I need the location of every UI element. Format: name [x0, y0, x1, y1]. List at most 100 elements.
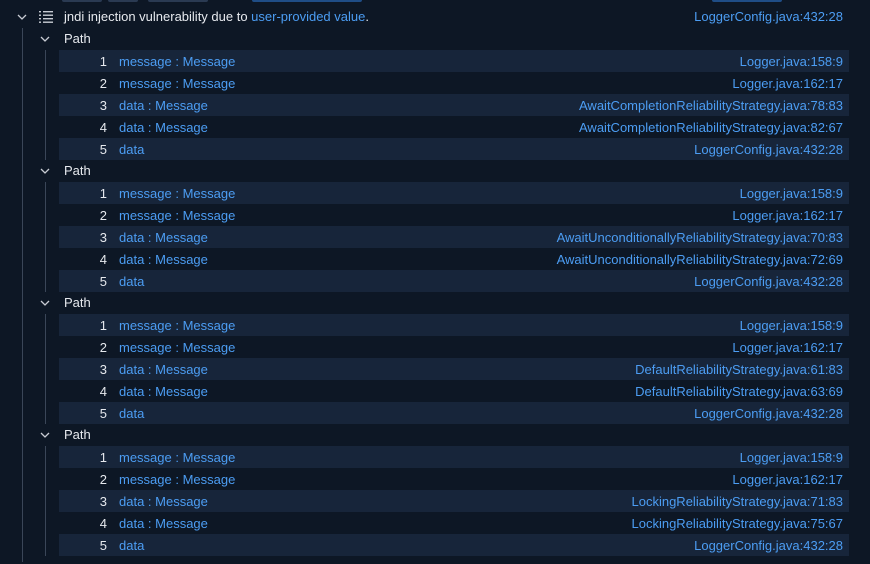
path-step-row[interactable]: 1 message : Message Logger.java:158:9: [59, 446, 849, 468]
alert-title-suffix: .: [365, 9, 369, 24]
step-location-link[interactable]: DefaultReliabilityStrategy.java:61:83: [635, 362, 843, 377]
previous-row-fragment: [0, 0, 870, 3]
path-step-row[interactable]: 5 data LoggerConfig.java:432:28: [59, 138, 849, 160]
step-label-link[interactable]: data : Message: [119, 384, 208, 399]
path-step-row[interactable]: 4 data : Message LockingReliabilityStrateg…: [59, 512, 849, 534]
path-step-row[interactable]: 3 data : Message DefaultReliabilityStrateg…: [59, 358, 849, 380]
step-location-link[interactable]: Logger.java:158:9: [740, 450, 843, 465]
path-step-row[interactable]: 5 data LoggerConfig.java:432:28: [59, 270, 849, 292]
path-header[interactable]: Path: [0, 160, 870, 182]
step-number: 2: [99, 340, 107, 355]
path-step-row[interactable]: 4 data : Message DefaultReliabilityStrateg…: [59, 380, 849, 402]
step-number: 3: [99, 230, 107, 245]
path-step-row[interactable]: 5 data LoggerConfig.java:432:28: [59, 534, 849, 556]
path-step-row[interactable]: 2 message : Message Logger.java:162:17: [59, 72, 849, 94]
step-number: 1: [99, 54, 107, 69]
step-number: 4: [99, 384, 107, 399]
path-label: Path: [64, 31, 91, 46]
path-step-row[interactable]: 1 message : Message Logger.java:158:9: [59, 50, 849, 72]
step-number: 1: [99, 450, 107, 465]
path-header[interactable]: Path: [0, 424, 870, 446]
step-location-link[interactable]: AwaitCompletionReliabilityStrategy.java:…: [579, 120, 843, 135]
step-location-link[interactable]: AwaitUnconditionallyReliabilityStrategy.…: [557, 252, 843, 267]
alert-title: jndi injection vulnerability due to user…: [64, 9, 369, 24]
step-label-link[interactable]: data : Message: [119, 516, 208, 531]
step-number: 3: [99, 98, 107, 113]
step-number: 1: [99, 318, 107, 333]
step-number: 1: [99, 186, 107, 201]
step-number: 2: [99, 76, 107, 91]
step-location-link[interactable]: Logger.java:162:17: [732, 76, 843, 91]
step-label-link[interactable]: message : Message: [119, 450, 235, 465]
step-location-link[interactable]: LoggerConfig.java:432:28: [694, 538, 843, 553]
path-step-row[interactable]: 3 data : Message AwaitCompletionReliabilit…: [59, 94, 849, 116]
step-number: 5: [99, 142, 107, 157]
step-label-link[interactable]: data : Message: [119, 120, 208, 135]
chevron-down-icon[interactable]: [39, 33, 51, 45]
step-label-link[interactable]: data : Message: [119, 494, 208, 509]
step-location-link[interactable]: Logger.java:158:9: [740, 318, 843, 333]
step-label-link[interactable]: data : Message: [119, 252, 208, 267]
path-label: Path: [64, 163, 91, 178]
step-label-link[interactable]: data : Message: [119, 98, 208, 113]
step-location-link[interactable]: LoggerConfig.java:432:28: [694, 274, 843, 289]
step-number: 2: [99, 472, 107, 487]
path-step-row[interactable]: 2 message : Message Logger.java:162:17: [59, 336, 849, 358]
path-step-row[interactable]: 1 message : Message Logger.java:158:9: [59, 314, 849, 336]
step-label-link[interactable]: message : Message: [119, 472, 235, 487]
path-step-row[interactable]: 1 message : Message Logger.java:158:9: [59, 182, 849, 204]
step-label-link[interactable]: message : Message: [119, 318, 235, 333]
step-label-link[interactable]: data: [119, 406, 144, 421]
path-header[interactable]: Path: [0, 292, 870, 314]
step-location-link[interactable]: LockingReliabilityStrategy.java:75:67: [632, 516, 844, 531]
step-label-link[interactable]: data : Message: [119, 230, 208, 245]
step-label-link[interactable]: message : Message: [119, 186, 235, 201]
step-number: 5: [99, 274, 107, 289]
path-guide: [45, 50, 46, 160]
step-location-link[interactable]: Logger.java:158:9: [740, 54, 843, 69]
path-guide: [45, 446, 46, 556]
step-location-link[interactable]: AwaitCompletionReliabilityStrategy.java:…: [579, 98, 843, 113]
path-step-row[interactable]: 5 data LoggerConfig.java:432:28: [59, 402, 849, 424]
step-label-link[interactable]: data : Message: [119, 362, 208, 377]
path-step-row[interactable]: 4 data : Message AwaitCompletionReliabilit…: [59, 116, 849, 138]
step-number: 2: [99, 208, 107, 223]
step-location-link[interactable]: LoggerConfig.java:432:28: [694, 406, 843, 421]
path-label: Path: [64, 427, 91, 442]
step-label-link[interactable]: data: [119, 274, 144, 289]
step-number: 4: [99, 120, 107, 135]
step-label-link[interactable]: message : Message: [119, 54, 235, 69]
step-location-link[interactable]: LockingReliabilityStrategy.java:71:83: [632, 494, 844, 509]
step-number: 3: [99, 362, 107, 377]
chevron-down-icon[interactable]: [16, 11, 28, 23]
step-label-link[interactable]: message : Message: [119, 208, 235, 223]
step-label-link[interactable]: message : Message: [119, 76, 235, 91]
step-location-link[interactable]: LoggerConfig.java:432:28: [694, 142, 843, 157]
alert-row[interactable]: jndi injection vulnerability due to user…: [0, 6, 870, 28]
step-number: 4: [99, 252, 107, 267]
results-tree: jndi injection vulnerability due to user…: [0, 0, 870, 564]
step-location-link[interactable]: DefaultReliabilityStrategy.java:63:69: [635, 384, 843, 399]
chevron-down-icon[interactable]: [39, 297, 51, 309]
alert-source-link[interactable]: user-provided value: [251, 9, 365, 24]
path-header[interactable]: Path: [0, 28, 870, 50]
path-step-row[interactable]: 3 data : Message LockingReliabilityStrateg…: [59, 490, 849, 512]
alert-location-link[interactable]: LoggerConfig.java:432:28: [694, 9, 843, 24]
step-location-link[interactable]: Logger.java:158:9: [740, 186, 843, 201]
list-icon: [39, 10, 53, 23]
path-step-row[interactable]: 3 data : Message AwaitUnconditionallyRelia…: [59, 226, 849, 248]
step-label-link[interactable]: data: [119, 142, 144, 157]
path-step-row[interactable]: 2 message : Message Logger.java:162:17: [59, 204, 849, 226]
step-location-link[interactable]: Logger.java:162:17: [732, 208, 843, 223]
path-step-row[interactable]: 2 message : Message Logger.java:162:17: [59, 468, 849, 490]
step-label-link[interactable]: message : Message: [119, 340, 235, 355]
step-number: 5: [99, 538, 107, 553]
step-number: 3: [99, 494, 107, 509]
chevron-down-icon[interactable]: [39, 165, 51, 177]
step-label-link[interactable]: data: [119, 538, 144, 553]
chevron-down-icon[interactable]: [39, 429, 51, 441]
step-location-link[interactable]: Logger.java:162:17: [732, 472, 843, 487]
step-location-link[interactable]: AwaitUnconditionallyReliabilityStrategy.…: [557, 230, 843, 245]
step-location-link[interactable]: Logger.java:162:17: [732, 340, 843, 355]
path-step-row[interactable]: 4 data : Message AwaitUnconditionallyRelia…: [59, 248, 849, 270]
